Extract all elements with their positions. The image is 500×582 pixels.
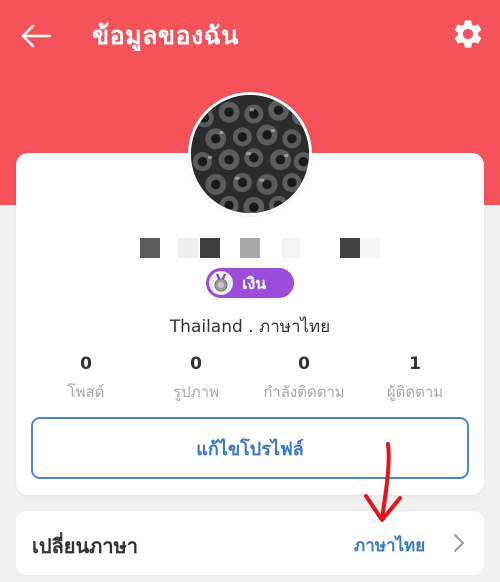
- level-badge: เงิน: [206, 268, 294, 298]
- stat-label: รูปภาพ: [173, 383, 219, 401]
- gear-icon[interactable]: [451, 17, 485, 51]
- language-label: เปลี่ยนภาษา: [32, 534, 139, 558]
- stat-posts[interactable]: 0 โพสต์: [26, 354, 146, 404]
- user-location: Thailand . ภาษาไทย: [169, 317, 331, 337]
- page-title: ข้อมูลของฉัน: [92, 21, 239, 50]
- stat-following[interactable]: 0 กำลังติดตาม: [244, 354, 364, 404]
- stat-photos[interactable]: 0 รูปภาพ: [136, 354, 256, 404]
- stat-value: 0: [298, 354, 310, 374]
- stat-label: ผู้ติดตาม: [386, 383, 444, 401]
- avatar-image: [191, 95, 309, 213]
- badge-label: เงิน: [242, 274, 267, 293]
- arrow-left-icon[interactable]: [18, 18, 54, 54]
- change-language-row[interactable]: เปลี่ยนภาษา ภาษาไทย: [16, 511, 484, 575]
- language-value: ภาษาไทย: [354, 536, 426, 556]
- silver-medal-icon: [209, 271, 233, 295]
- chevron-right-icon: [454, 534, 464, 552]
- stat-value: 0: [80, 354, 92, 374]
- stat-value: 1: [409, 354, 421, 374]
- edit-profile-button[interactable]: แก้ไขโปรไฟล์: [31, 417, 469, 479]
- stat-label: กำลังติดตาม: [263, 383, 345, 401]
- username-redacted: [140, 238, 390, 258]
- avatar[interactable]: [188, 92, 312, 216]
- stat-value: 0: [190, 354, 202, 374]
- stat-followers[interactable]: 1 ผู้ติดตาม: [355, 354, 475, 404]
- stat-label: โพสต์: [67, 383, 105, 401]
